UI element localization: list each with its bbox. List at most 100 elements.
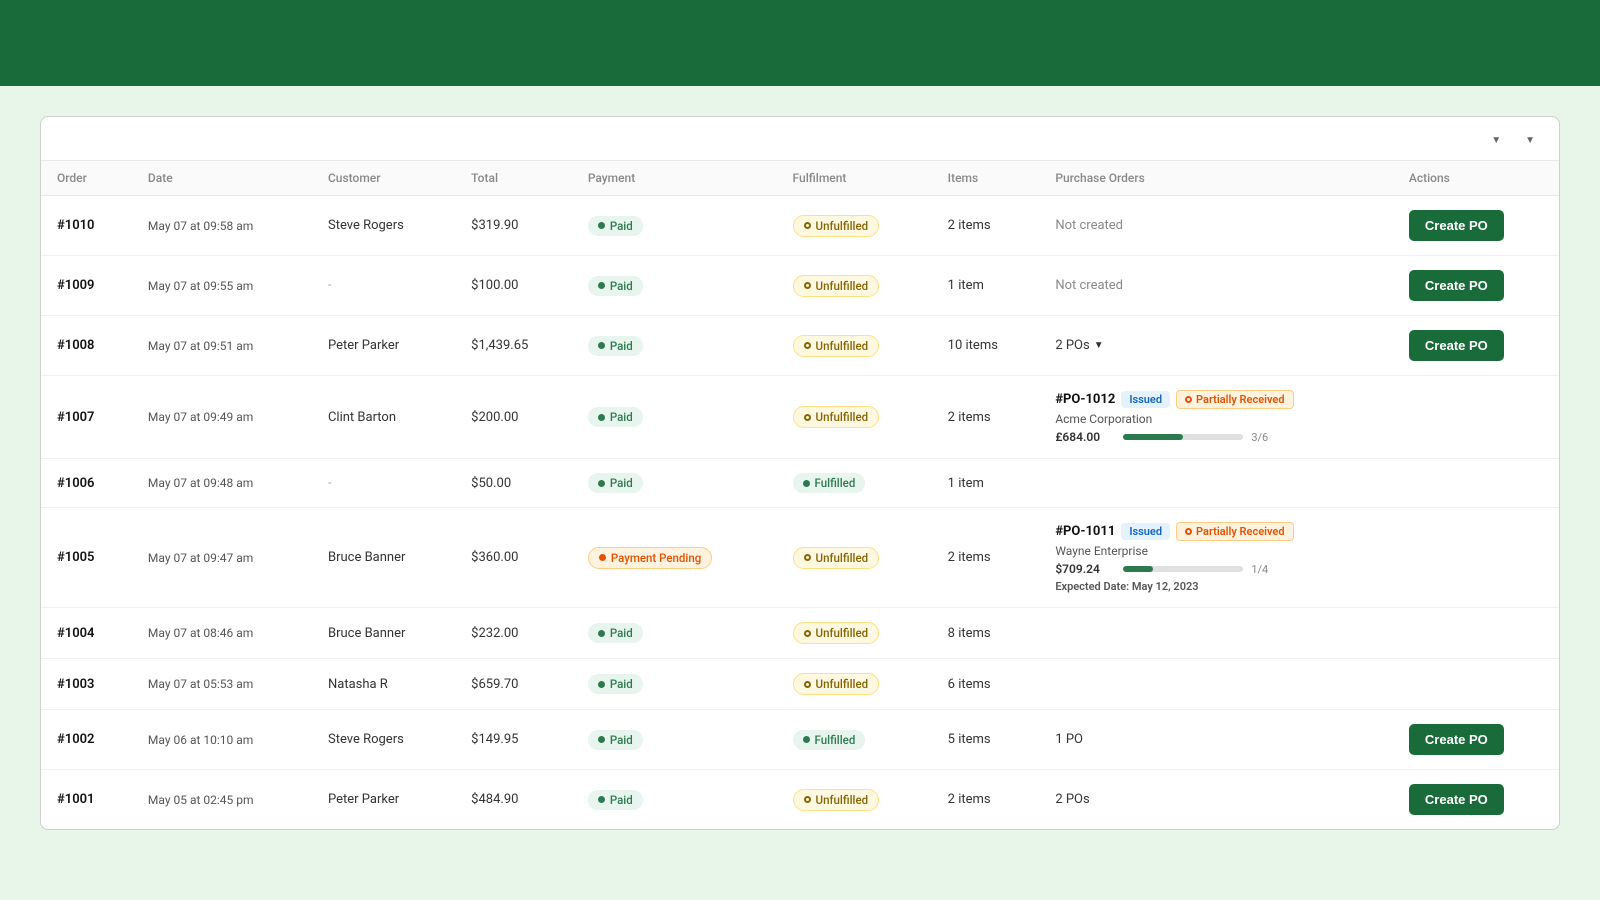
table-row: #1008May 07 at 09:51 amPeter Parker$1,43… [41,316,1559,376]
table-row: #1001May 05 at 02:45 pmPeter Parker$484.… [41,770,1559,830]
order-total: $232.00 [455,608,572,659]
order-link[interactable]: #1002 [57,732,94,747]
status-badge-partially-received: Partially Received [1176,522,1293,541]
main-content: ▼ ▼ Order Date Customer Total Payment Fu… [0,86,1600,860]
orders-table: Order Date Customer Total Payment Fulfil… [41,161,1559,829]
col-payment: Payment [572,161,777,196]
order-link[interactable]: #1006 [57,476,94,491]
table-row: #1010May 07 at 09:58 amSteve Rogers$319.… [41,196,1559,256]
create-po-button[interactable]: Create PO [1409,330,1504,361]
col-customer: Customer [312,161,455,196]
order-customer: Peter Parker [312,770,455,830]
paid-dot [598,222,605,229]
po-supplier: Wayne Enterprise [1055,544,1377,558]
create-po-button[interactable]: Create PO [1409,270,1504,301]
order-payment: Paid [572,316,777,376]
order-number: #1010 [41,196,132,256]
po-cell: 2 POs [1039,770,1393,830]
order-items: 2 items [932,770,1040,830]
po-dropdown[interactable]: 2 POs ▼ [1055,338,1103,353]
order-date: May 07 at 09:47 am [132,508,312,608]
table-row: #1004May 07 at 08:46 amBruce Banner$232.… [41,608,1559,659]
order-link[interactable]: #1007 [57,410,94,425]
order-items: 5 items [932,710,1040,770]
order-link[interactable]: #1009 [57,278,94,293]
order-payment: Paid [572,459,777,508]
create-po-button[interactable]: Create PO [1409,784,1504,815]
col-date: Date [132,161,312,196]
col-total: Total [455,161,572,196]
col-items: Items [932,161,1040,196]
order-link[interactable]: #1005 [57,550,94,565]
order-customer: Steve Rogers [312,710,455,770]
badge-unfulfilled: Unfulfilled [793,673,880,695]
unfulfilled-dot [804,630,811,637]
customer-empty: - [328,278,332,293]
order-fulfilment: Unfulfilled [777,316,932,376]
resources-link[interactable]: ▼ [1521,135,1535,146]
col-fulfilment: Fulfilment [777,161,932,196]
order-total: $50.00 [455,459,572,508]
paid-dot [598,414,605,421]
banner-subtitle [40,38,1560,62]
table-row: #1007May 07 at 09:49 amClint Barton$200.… [41,376,1559,459]
order-date: May 06 at 10:10 am [132,710,312,770]
order-items: 8 items [932,608,1040,659]
order-date: May 07 at 05:53 am [132,659,312,710]
order-date: May 05 at 02:45 pm [132,770,312,830]
order-link[interactable]: #1008 [57,338,94,353]
paid-dot [598,796,605,803]
badge-paid: Paid [588,276,643,296]
order-date: May 07 at 09:58 am [132,196,312,256]
order-total: $200.00 [455,376,572,459]
create-po-button[interactable]: Create PO [1409,724,1504,755]
order-payment: Paid [572,256,777,316]
po-expanded: #PO-1011Issued Partially ReceivedWayne E… [1055,522,1377,593]
order-payment: Paid [572,376,777,459]
unfulfilled-dot [804,342,811,349]
order-total: $149.95 [455,710,572,770]
order-total: $1,439.65 [455,316,572,376]
order-items: 2 items [932,376,1040,459]
unfulfilled-dot [804,796,811,803]
badge-paid: Paid [588,336,643,356]
unfulfilled-dot [804,554,811,561]
paid-dot [598,630,605,637]
order-items: 1 item [932,256,1040,316]
order-link[interactable]: #1010 [57,218,94,233]
order-items: 6 items [932,659,1040,710]
po-cell [1039,459,1393,508]
orders-panel: ▼ ▼ Order Date Customer Total Payment Fu… [40,116,1560,830]
unfulfilled-dot [804,282,811,289]
badge-paid: Paid [588,216,643,236]
status-badge-partially-received: Partially Received [1176,390,1293,409]
order-payment: Payment Pending [572,508,777,608]
view-link[interactable]: ▼ [1487,135,1501,146]
badge-unfulfilled: Unfulfilled [793,335,880,357]
order-link[interactable]: #1004 [57,626,94,641]
order-link[interactable]: #1003 [57,677,94,692]
order-link[interactable]: #1001 [57,792,94,807]
badge-fulfilled: Fulfilled [793,473,866,493]
order-fulfilment: Unfulfilled [777,608,932,659]
progress-bar-container [1123,566,1243,572]
order-number: #1005 [41,508,132,608]
status-badge-issued: Issued [1121,391,1170,408]
order-actions [1393,508,1559,608]
table-row: #1009May 07 at 09:55 am-$100.00PaidUnful… [41,256,1559,316]
order-actions: Create PO [1393,256,1559,316]
order-customer: Steve Rogers [312,196,455,256]
po-amount: £684.00 [1055,430,1115,444]
po-number[interactable]: #PO-1012 [1055,392,1115,407]
order-date: May 07 at 09:48 am [132,459,312,508]
create-po-button[interactable]: Create PO [1409,210,1504,241]
partial-dot [1185,396,1192,403]
badge-unfulfilled: Unfulfilled [793,215,880,237]
panel-header: ▼ ▼ [41,117,1559,161]
order-items: 2 items [932,196,1040,256]
po-number[interactable]: #PO-1011 [1055,524,1115,539]
po-cell [1039,608,1393,659]
order-fulfilment: Unfulfilled [777,376,932,459]
po-amount-row: £684.003/6 [1055,430,1377,444]
order-customer: - [312,459,455,508]
